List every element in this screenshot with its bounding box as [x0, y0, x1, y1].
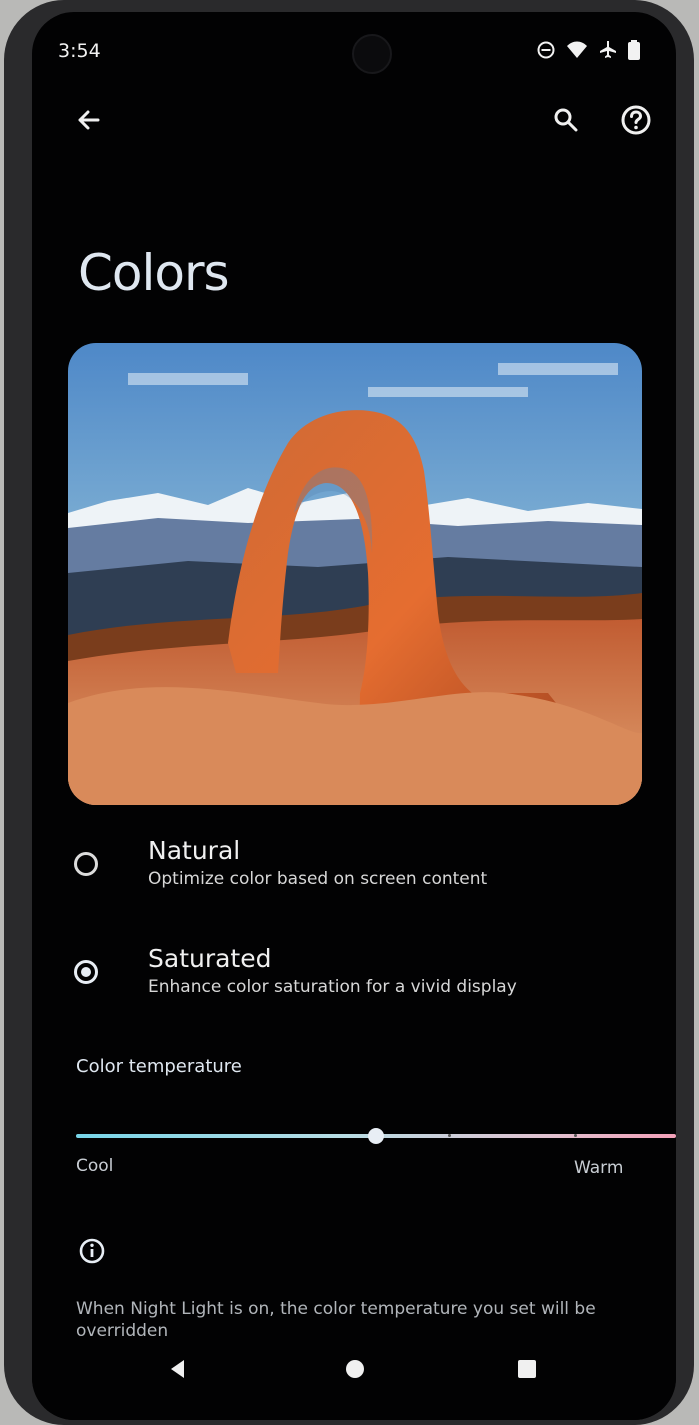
saturated-option-title: Saturated — [148, 944, 272, 973]
device-frame: 3:54 Colors Natural Optimize color based… — [4, 0, 694, 1425]
search-icon — [554, 108, 578, 132]
square-recents-icon — [518, 1360, 536, 1378]
nav-back-button[interactable] — [161, 1352, 195, 1386]
circle-home-icon — [346, 1360, 364, 1378]
slider-tick — [448, 1134, 451, 1137]
front-camera — [352, 34, 392, 74]
status-icons — [536, 40, 640, 60]
preview-image — [68, 343, 642, 805]
help-button[interactable] — [616, 100, 656, 140]
help-icon — [621, 105, 651, 135]
night-light-info-text: When Night Light is on, the color temper… — [76, 1299, 596, 1341]
nav-home-button[interactable] — [338, 1352, 372, 1386]
slider-thumb[interactable] — [368, 1128, 384, 1144]
battery-icon — [628, 40, 640, 60]
page-title: Colors — [78, 244, 230, 302]
saturated-option-text: Saturated Enhance color saturation for a… — [148, 944, 517, 1000]
natural-option-title: Natural — [148, 836, 241, 865]
airplane-icon — [600, 41, 616, 58]
nav-recents-button[interactable] — [510, 1352, 544, 1386]
natural-radio-button[interactable] — [74, 852, 98, 876]
saturated-radio-button[interactable] — [74, 960, 98, 984]
back-button[interactable] — [68, 100, 108, 140]
natural-option-text: Natural Optimize color based on screen c… — [148, 836, 487, 892]
info-icon — [79, 1238, 105, 1264]
saturated-option-subtitle: Enhance color saturation for a vivid dis… — [148, 977, 517, 997]
color-temperature-slider[interactable] — [76, 1124, 676, 1148]
saturated-radio-option[interactable]: Saturated Enhance color saturation for a… — [74, 944, 544, 1000]
screen: 3:54 Colors Natural Optimize color based… — [32, 12, 676, 1420]
status-time: 3:54 — [58, 40, 101, 62]
wifi-icon — [567, 41, 587, 58]
color-temperature-label: Color temperature — [76, 1056, 242, 1077]
search-button[interactable] — [546, 100, 586, 140]
slider-tick — [574, 1134, 577, 1137]
natural-option-subtitle: Optimize color based on screen content — [148, 869, 488, 889]
slider-min-label: Cool — [76, 1156, 114, 1176]
triangle-back-icon — [171, 1360, 184, 1378]
do-not-disturb-icon — [537, 41, 555, 59]
natural-radio-option[interactable]: Natural Optimize color based on screen c… — [74, 836, 544, 892]
slider-max-label: Warm — [574, 1158, 624, 1178]
arrow-left-icon — [78, 110, 100, 130]
